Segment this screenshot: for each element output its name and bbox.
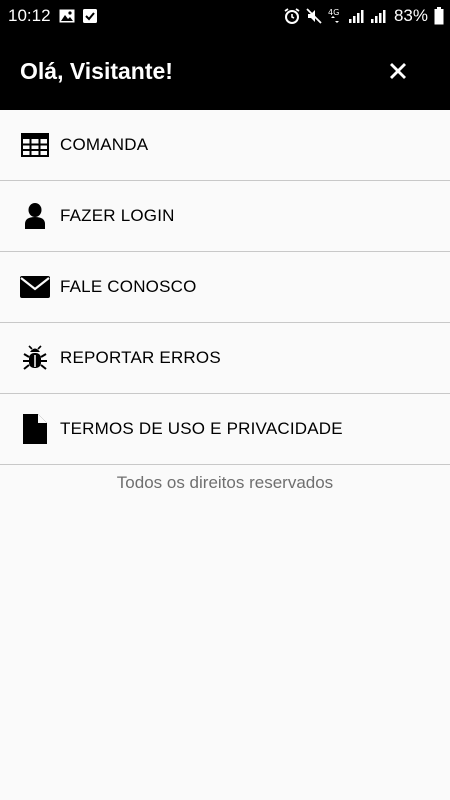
menu-item-reportar-erros[interactable]: REPORTAR ERROS bbox=[0, 323, 450, 394]
document-icon bbox=[20, 414, 50, 444]
alarm-icon bbox=[284, 8, 300, 24]
battery-icon bbox=[434, 7, 444, 25]
envelope-icon bbox=[20, 272, 50, 302]
drawer-menu: COMANDA FAZER LOGIN FALE CONOSCO REPORTA… bbox=[0, 110, 450, 465]
network-4g-icon: 4G bbox=[328, 7, 342, 25]
menu-item-termos[interactable]: TERMOS DE USO E PRIVACIDADE bbox=[0, 394, 450, 465]
drawer-header: Olá, Visitante! bbox=[0, 32, 450, 110]
menu-item-label: COMANDA bbox=[60, 135, 149, 154]
menu-item-label: FAZER LOGIN bbox=[60, 206, 175, 225]
close-button[interactable] bbox=[386, 59, 410, 83]
menu-item-comanda[interactable]: COMANDA bbox=[0, 110, 450, 181]
mute-icon bbox=[306, 8, 322, 24]
status-right: 4G 83% bbox=[284, 6, 444, 26]
person-icon bbox=[20, 201, 50, 231]
footer-text: Todos os direitos reservados bbox=[116, 473, 334, 492]
menu-item-label: REPORTAR ERROS bbox=[60, 348, 221, 367]
battery-percent: 83% bbox=[393, 6, 428, 25]
menu-item-fazer-login[interactable]: FAZER LOGIN bbox=[0, 181, 450, 252]
menu-item-fale-conosco[interactable]: FALE CONOSCO bbox=[0, 252, 450, 323]
check-box-icon bbox=[82, 9, 97, 23]
network-text: 4G bbox=[328, 8, 339, 17]
bug-icon bbox=[20, 343, 50, 373]
signal-icon bbox=[370, 8, 386, 24]
table-grid-icon bbox=[20, 130, 50, 160]
menu-item-label: FALE CONOSCO bbox=[60, 277, 197, 296]
status-left: 10:12 bbox=[8, 6, 97, 26]
status-bar: 10:12 4G 83% bbox=[0, 0, 450, 32]
close-icon bbox=[390, 63, 406, 79]
signal-icon bbox=[348, 8, 364, 24]
menu-item-label: TERMOS DE USO E PRIVACIDADE bbox=[60, 419, 343, 438]
image-icon bbox=[59, 9, 75, 23]
status-time: 10:12 bbox=[8, 6, 51, 25]
greeting-title: Olá, Visitante! bbox=[20, 57, 173, 84]
